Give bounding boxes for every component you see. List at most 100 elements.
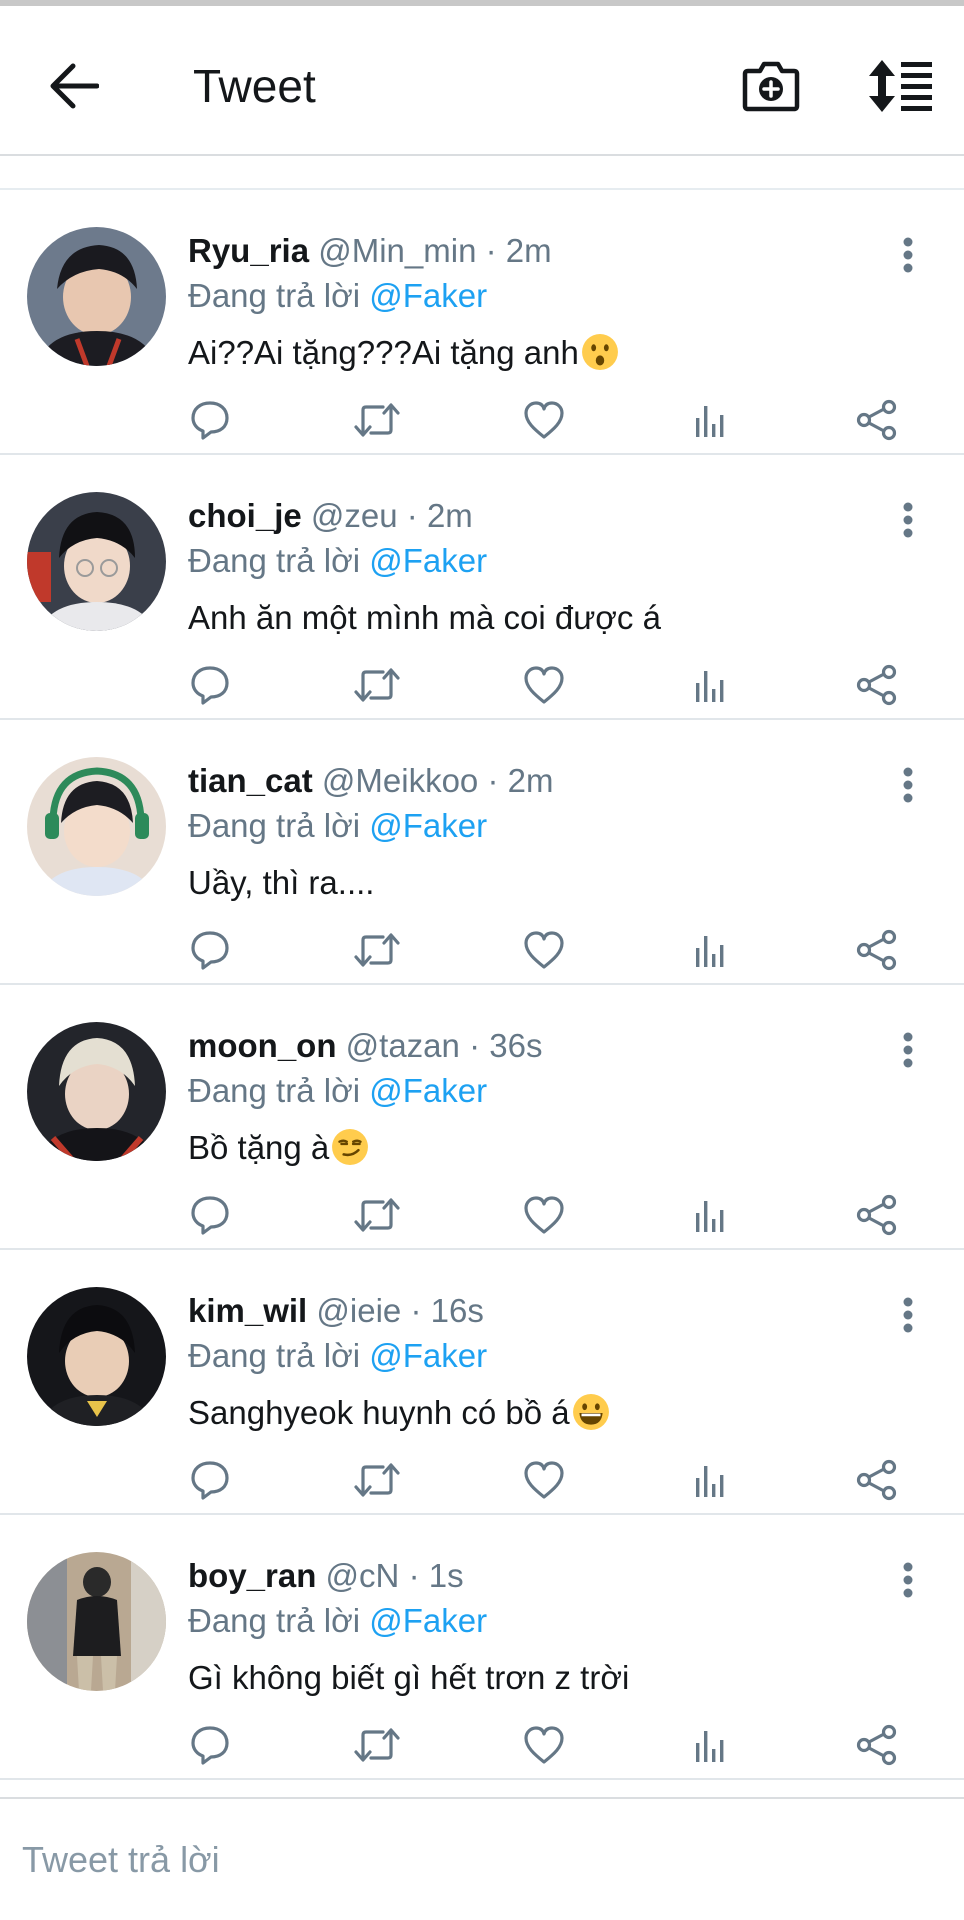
reply-list: Ryu_ria @Min_min · 2m Đang trả lời @Fake…: [0, 190, 964, 1780]
share-button[interactable]: [849, 395, 905, 445]
retweet-button[interactable]: [349, 1455, 405, 1505]
replying-to: Đang trả lời @Faker: [188, 275, 487, 317]
retweet-icon: [354, 1198, 400, 1232]
reply-button[interactable]: [182, 395, 238, 445]
author-handle: @Meikkoo: [321, 762, 479, 799]
stats-button[interactable]: [683, 1720, 739, 1770]
like-button[interactable]: [516, 1720, 572, 1770]
stats-button[interactable]: [683, 1190, 739, 1240]
more-options-button[interactable]: [888, 1555, 928, 1605]
share-button[interactable]: [849, 1190, 905, 1240]
author-name[interactable]: choi_je: [188, 497, 302, 534]
retweet-icon: [354, 933, 400, 967]
reply-button[interactable]: [182, 660, 238, 710]
like-button[interactable]: [516, 660, 572, 710]
avatar[interactable]: [27, 757, 166, 896]
reply-button[interactable]: [182, 925, 238, 975]
tweet-item[interactable]: choi_je @zeu · 2m Đang trả lời @Faker An…: [0, 455, 964, 720]
retweet-button[interactable]: [349, 1190, 405, 1240]
replying-to-label: Đang trả lời: [188, 542, 361, 579]
tweet-text-content: Gì không biết gì hết trơn z trời: [188, 1659, 630, 1696]
reply-button[interactable]: [182, 1720, 238, 1770]
meta-separator: ·: [487, 762, 499, 799]
more-vertical-icon: [903, 1297, 913, 1333]
reply-input[interactable]: [22, 1799, 942, 1920]
reply-icon: [191, 401, 229, 440]
more-options-button[interactable]: [888, 495, 928, 545]
replying-to: Đang trả lời @Faker: [188, 1070, 487, 1112]
replying-to-label: Đang trả lời: [188, 1337, 361, 1374]
mention-link[interactable]: @Faker: [369, 1602, 487, 1639]
tweet-item[interactable]: kim_wil @ieie · 16s Đang trả lời @Faker …: [0, 1250, 964, 1515]
reply-icon: [191, 1461, 229, 1500]
reply-button[interactable]: [182, 1190, 238, 1240]
sort-button[interactable]: [864, 54, 936, 118]
stats-button[interactable]: [683, 660, 739, 710]
author-handle: @ieie: [316, 1292, 402, 1329]
tweet-item[interactable]: tian_cat @Meikkoo · 2m Đang trả lời @Fak…: [0, 720, 964, 985]
tweet-item[interactable]: boy_ran @cN · 1s Đang trả lời @Faker Gì …: [0, 1515, 964, 1780]
tweet-item[interactable]: moon_on @tazan · 36s Đang trả lời @Faker…: [0, 985, 964, 1250]
author-name[interactable]: moon_on: [188, 1027, 336, 1064]
replying-to: Đang trả lời @Faker: [188, 1600, 487, 1642]
retweet-button[interactable]: [349, 925, 405, 975]
replying-to: Đang trả lời @Faker: [188, 540, 487, 582]
reply-button[interactable]: [182, 1455, 238, 1505]
author-name[interactable]: tian_cat: [188, 762, 313, 799]
tweet-actions: [0, 1720, 964, 1770]
author-name[interactable]: boy_ran: [188, 1557, 316, 1594]
mention-link[interactable]: @Faker: [369, 807, 487, 844]
avatar[interactable]: [27, 1022, 166, 1161]
timestamp: 2m: [507, 762, 554, 799]
share-button[interactable]: [849, 1720, 905, 1770]
more-options-button[interactable]: [888, 760, 928, 810]
stats-button[interactable]: [683, 1455, 739, 1505]
avatar[interactable]: [27, 1552, 166, 1691]
share-icon: [856, 929, 897, 971]
like-button[interactable]: [516, 1190, 572, 1240]
share-button[interactable]: [849, 660, 905, 710]
camera-button[interactable]: [738, 53, 804, 119]
arrow-left-icon: [50, 63, 99, 109]
mention-link[interactable]: @Faker: [369, 542, 487, 579]
like-button[interactable]: [516, 925, 572, 975]
tweet-meta: boy_ran @cN · 1s: [188, 1555, 464, 1597]
author-name[interactable]: kim_wil: [188, 1292, 307, 1329]
timestamp: 1s: [428, 1557, 464, 1594]
share-button[interactable]: [849, 925, 905, 975]
avatar[interactable]: [27, 1287, 166, 1426]
back-button[interactable]: [44, 56, 104, 116]
more-options-button[interactable]: [888, 1290, 928, 1340]
tweet-actions: [0, 395, 964, 445]
reply-icon: [191, 931, 229, 970]
like-icon: [524, 1461, 564, 1499]
retweet-button[interactable]: [349, 660, 405, 710]
avatar[interactable]: [27, 227, 166, 366]
retweet-button[interactable]: [349, 1720, 405, 1770]
mention-link[interactable]: @Faker: [369, 1337, 487, 1374]
share-button[interactable]: [849, 1455, 905, 1505]
mention-link[interactable]: @Faker: [369, 1072, 487, 1109]
replying-to-label: Đang trả lời: [188, 1072, 361, 1109]
tweet-text-content: Ai??Ai tặng???Ai tặng anh: [188, 334, 579, 371]
tweet-item[interactable]: Ryu_ria @Min_min · 2m Đang trả lời @Fake…: [0, 190, 964, 455]
mention-link[interactable]: @Faker: [369, 277, 487, 314]
more-options-button[interactable]: [888, 1025, 928, 1075]
stats-button[interactable]: [683, 395, 739, 445]
like-icon: [524, 1726, 564, 1764]
stats-button[interactable]: [683, 925, 739, 975]
reply-icon: [191, 1196, 229, 1235]
avatar[interactable]: [27, 492, 166, 631]
stats-icon: [696, 406, 724, 437]
retweet-button[interactable]: [349, 395, 405, 445]
author-name[interactable]: Ryu_ria: [188, 232, 309, 269]
like-button[interactable]: [516, 1455, 572, 1505]
tweet-meta: Ryu_ria @Min_min · 2m: [188, 230, 552, 272]
like-button[interactable]: [516, 395, 572, 445]
timestamp: 16s: [430, 1292, 484, 1329]
replying-to-label: Đang trả lời: [188, 1602, 361, 1639]
tweet-text: Gì không biết gì hết trơn z trời: [188, 1656, 629, 1700]
more-options-button[interactable]: [888, 230, 928, 280]
stats-icon: [696, 1731, 724, 1762]
more-vertical-icon: [903, 1032, 913, 1068]
